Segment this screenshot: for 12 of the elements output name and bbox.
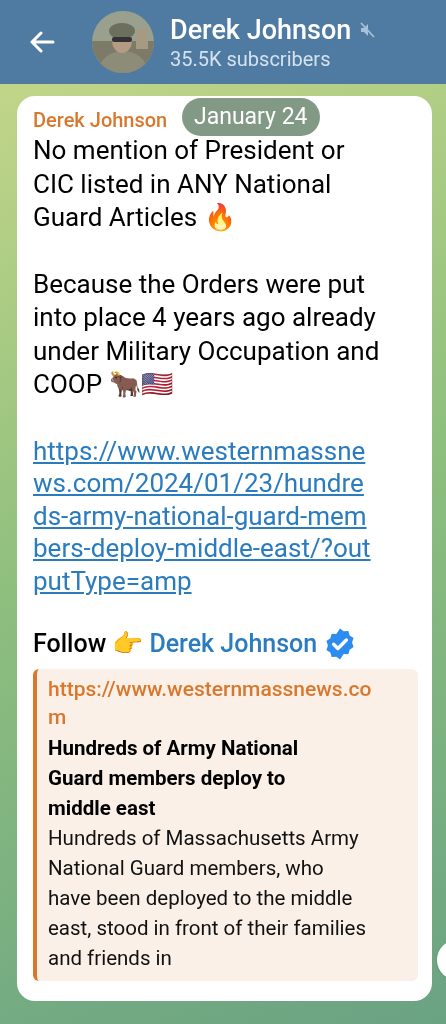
channel-link[interactable]: Derek Johnson [149,627,318,661]
message-text: No mention of President or CIC listed in ANY National Guard Articles 🔥 [33,134,346,234]
article-link[interactable]: https://www.westernmassnews.com/2024/01/23/hundreds-army-national-guard-members-deploy-middle-east/?outputType=amp [33,434,378,597]
subscriber-count: 35.5K subscribers [170,47,332,71]
date-pill: January 24 [182,98,320,136]
channel-title: Derek Johnson [170,13,352,47]
message-text: Because the Orders were put into place 4 years ago already under Military Occupation and COOP 🐂🇺🇸 [33,267,381,401]
sender-name: Derek Johnson [33,107,168,134]
follow-text: Follow 👉 [33,628,144,660]
preview-site[interactable]: https://www.westernmassnews.com [48,675,378,731]
preview-description: Hundreds of Massachusetts Army National Guard members, who have been deployed to the middle east, stood in front of their families and friends in [48,825,368,972]
preview-title: Hundreds of Army National Guard members deploy to middle east [48,735,300,822]
